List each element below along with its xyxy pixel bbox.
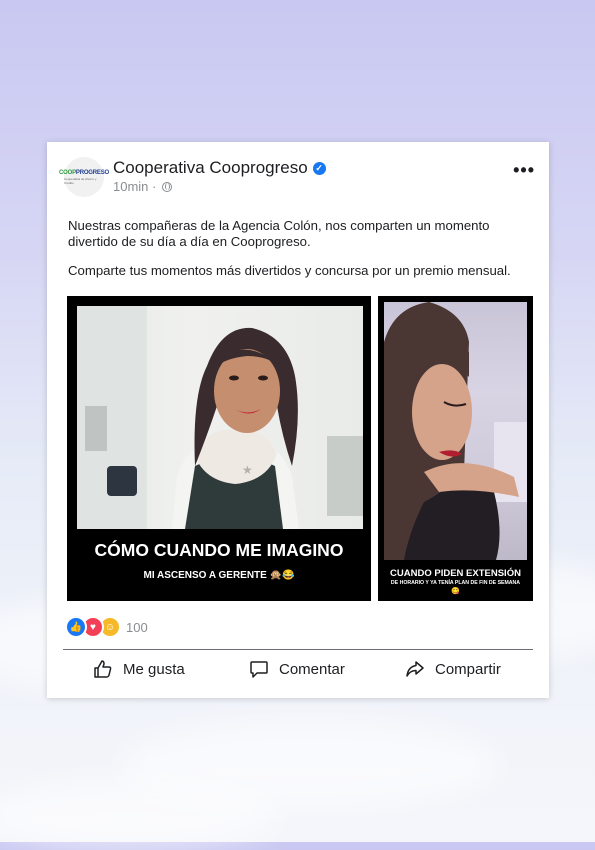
globe-icon [162, 182, 173, 192]
post-image-right[interactable]: CUANDO PIDEN EXTENSIÓN DE HORARIO Y YA T… [378, 296, 533, 601]
right-emoji: 😋 [451, 588, 460, 595]
post-text-2: Comparte tus momentos más divertidos y c… [68, 263, 511, 278]
coop-logo: COOPPROGRESO [59, 169, 109, 176]
post-card: COOPPROGRESO Cooperativa de Ahorro y Cré… [47, 142, 549, 698]
svg-text:★: ★ [242, 463, 253, 477]
reaction-count: 100 [126, 619, 148, 635]
author-name-row: Cooperativa Cooprogreso ✓ [113, 158, 326, 178]
right-headline: CUANDO PIDEN EXTENSIÓN [390, 568, 521, 579]
meta-separator: · [152, 179, 157, 194]
comment-label: Comentar [279, 660, 345, 678]
post-image-left[interactable]: ★ CÓMO CUANDO ME IMAGINO MI ASCENSO A GE… [67, 296, 371, 601]
like-button[interactable]: Me gusta [93, 658, 185, 680]
left-subline: MI ASCENSO A GERENTE 🙊😂 [143, 570, 295, 581]
share-arrow-icon [406, 661, 424, 677]
thumbs-up-icon [94, 660, 112, 678]
share-label: Compartir [435, 660, 501, 678]
post-text-1: Nuestras compañeras de la Agencia Colón,… [68, 218, 490, 249]
verified-badge-icon: ✓ [312, 162, 326, 175]
photo-illustration-left: ★ [77, 306, 363, 529]
comment-icon [250, 661, 268, 678]
photo-woman-smiling: ★ [77, 306, 363, 529]
photo-illustration-right [384, 302, 527, 560]
photo-woman-pensive [384, 302, 527, 560]
reactions-summary[interactable]: 👍 ♥ ☺ 100 [65, 616, 148, 638]
post-time[interactable]: 10min [113, 179, 148, 194]
comment-button[interactable]: Comentar [249, 658, 345, 680]
left-headline: CÓMO CUANDO ME IMAGINO [94, 540, 344, 560]
share-button[interactable]: Compartir [405, 658, 501, 680]
page-avatar[interactable]: COOPPROGRESO Cooperativa de Ahorro y Cré… [59, 157, 109, 197]
more-options-icon[interactable]: ••• [513, 160, 535, 181]
like-icon: 👍 [65, 616, 87, 638]
actions-divider [63, 649, 533, 650]
like-label: Me gusta [123, 660, 185, 678]
author-name[interactable]: Cooperativa Cooprogreso [113, 158, 308, 177]
post-meta: 10min · [113, 179, 173, 194]
logo-tagline: Cooperativa de Ahorro y Crédito [64, 176, 97, 185]
right-subline: DE HORARIO Y YA TENÍA PLAN DE FIN DE SEM… [390, 580, 521, 586]
